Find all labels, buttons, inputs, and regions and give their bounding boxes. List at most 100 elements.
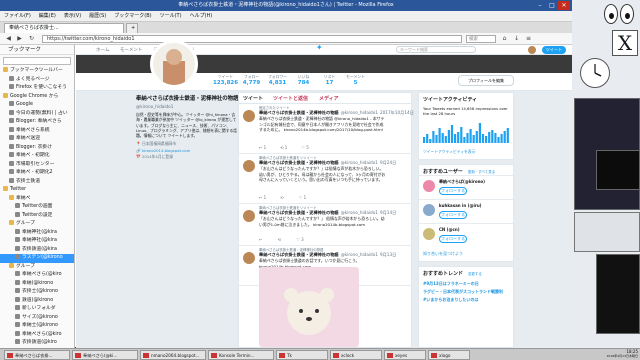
tweet-item[interactable]: 奉納ぺさらば衣掛士鉄道をリツイート 奉納ぺさらば衣掛士鉄道・泥棒神社の物語 @kir… [239, 154, 411, 204]
follow-name[interactable]: CN (@cn) [439, 227, 511, 232]
bookmark-item[interactable]: ラステン(@kirono [0, 254, 74, 263]
menu-bookmarks[interactable]: ブックマーク(B) [110, 11, 155, 22]
find-people-link[interactable]: 知り合いを見つけよう [423, 251, 463, 257]
tweet-author[interactable]: 奉納ぺさらば衣掛士鉄道・泥棒神社の物語 [259, 160, 339, 165]
menu-help[interactable]: ヘルプ(H) [186, 11, 217, 22]
tk-window[interactable] [574, 212, 640, 252]
minimize-button[interactable]: – [534, 1, 546, 10]
bookmark-item[interactable]: Firefox を使いこなそう [0, 84, 74, 93]
like-icon[interactable]: ♡ 1 [299, 195, 306, 200]
tab-twitter[interactable]: 奉納ぺさらば衣掛士... [4, 23, 124, 33]
reload-icon[interactable]: ↻ [27, 35, 36, 43]
bookmark-item[interactable]: 奉納ぺ送迎 [0, 135, 74, 144]
home-icon[interactable]: ⌂ [500, 35, 509, 43]
bookmark-item[interactable]: 奉納ぺ - 初期化 [0, 152, 74, 161]
bookmark-item[interactable]: よく見るページ [0, 75, 74, 85]
stat-1[interactable]: フォロー 4,779 [239, 74, 264, 86]
close-button[interactable]: ✕ [558, 1, 570, 10]
tweet-item[interactable]: 固定されたツイート 奉納ぺさらば衣掛士鉄道・泥棒神社の物語 @kirono_hida… [239, 104, 414, 154]
twitter-search-input[interactable]: キーワード検索 [396, 46, 476, 53]
stat-2[interactable]: フォロワー 4,831 [265, 74, 290, 86]
download-icon[interactable]: ↓ [512, 35, 521, 43]
trend-item[interactable]: ラグビー・日本代表がスコットランド戦勝利 [419, 288, 513, 296]
tweet-avatar[interactable] [243, 160, 255, 172]
bookmark-item[interactable]: サイズ(@kirono [0, 313, 74, 323]
link-text[interactable]: kirono2014.blogspot.com [142, 148, 190, 153]
follow-avatar[interactable] [423, 180, 435, 192]
tab-tweets-replies[interactable]: ツイートと返信 [273, 95, 308, 102]
bookmark-item[interactable]: 奉納ぺさら(@kiro [0, 330, 74, 340]
menu-edit[interactable]: 編集(E) [35, 11, 60, 22]
retweet-icon[interactable]: ⟲ [278, 237, 283, 242]
menu-icon[interactable]: ≡ [524, 35, 533, 43]
menu-tools[interactable]: ツール(T) [156, 11, 186, 22]
follow-avatar[interactable] [423, 228, 435, 240]
trend-item[interactable]: #いまからお泊まりしたいのは [419, 296, 513, 304]
activity-link[interactable]: ツイートアクティビティを表示 [423, 149, 476, 155]
xclock-window[interactable] [580, 58, 610, 88]
bookmark-item[interactable]: 奉納ぺ - 初期化2 [0, 169, 74, 178]
bookmark-item[interactable]: 奉納士(@kirono [0, 322, 74, 331]
tweet-author[interactable]: 奉納ぺさらば衣掛士鉄道・泥棒神社の物語 [259, 110, 339, 115]
bookmark-item[interactable]: 奉納(@kirono [0, 279, 74, 289]
search-box[interactable]: 検索 [466, 35, 496, 43]
sidebar-search-input[interactable] [3, 57, 71, 65]
taskbar-item[interactable]: Konsole Termin... [208, 350, 274, 360]
follow-button[interactable]: フォローする [439, 211, 467, 219]
new-tab-button[interactable]: + [126, 23, 138, 33]
bookmark-folder[interactable]: グループ [0, 220, 74, 229]
bookmark-folder[interactable]: グループ [0, 262, 74, 272]
retweet-icon[interactable]: ⟲ 1 [280, 145, 287, 150]
bookmark-item[interactable]: Google [0, 101, 74, 110]
retweet-icon[interactable]: ⟲ [280, 195, 285, 200]
forward-icon[interactable]: ▶ [15, 35, 24, 43]
bookmark-folder[interactable]: Google Chrome から [0, 92, 74, 102]
tweet-date[interactable]: 9月14日 [380, 210, 396, 215]
like-icon[interactable]: ♡ 3 [296, 237, 303, 242]
tweet-author[interactable]: 奉納ぺさらば衣掛士鉄道・泥棒神社の物語 [259, 210, 339, 215]
bookmark-item[interactable]: 新しいフォルダ [0, 305, 74, 314]
tweet-avatar[interactable] [243, 252, 255, 264]
profile-avatar[interactable] [150, 40, 198, 88]
bookmark-folder[interactable]: 奉納ぺ [0, 194, 74, 204]
trend-item[interactable]: #9月13日はフラネーミーの日 [419, 280, 513, 288]
bookmark-item[interactable]: 奉納神社(@kira [0, 237, 74, 246]
tweet-media-image[interactable] [259, 267, 359, 347]
stat-4[interactable]: リスト 17 [317, 74, 342, 86]
stat-0[interactable]: ツイート 123,826 [213, 74, 238, 86]
nav-home[interactable]: ホーム [96, 47, 109, 53]
follow-avatar[interactable] [423, 204, 435, 216]
xlogo-window[interactable]: X [612, 30, 638, 56]
bookmark-item[interactable]: Twitterの設定 [0, 211, 74, 221]
follow-button[interactable]: フォローする [439, 187, 467, 195]
bookmark-item[interactable]: 衣掛士鉄道 [0, 177, 74, 187]
bookmark-item[interactable]: 衣掛士(@kirono [0, 288, 74, 297]
taskbar-item[interactable]: xlogo [428, 350, 470, 360]
follow-name[interactable]: kuhkasan in (@iru) [439, 203, 511, 208]
xeyes-window[interactable] [604, 4, 636, 26]
bookmark-item[interactable]: 市場取引センター [0, 160, 74, 170]
edit-profile-button[interactable]: プロフィールを編集 [458, 75, 514, 86]
sidebar-title[interactable]: ブックマーク [0, 45, 74, 55]
taskbar-item[interactable]: Tk [276, 350, 328, 360]
follow-refresh[interactable]: 更新 · すべて見る [468, 170, 495, 174]
menu-view[interactable]: 表示(V) [60, 11, 85, 22]
taskbar-item[interactable]: 奉納ぺさらば衣掛... [4, 350, 70, 360]
back-icon[interactable]: ◀ [4, 35, 13, 43]
bookmark-folder[interactable]: ブックマークツールバー [0, 67, 74, 76]
bookmark-item[interactable]: 衣掛鉄道(@kiro [0, 339, 74, 348]
maximize-button[interactable]: □ [546, 1, 558, 10]
user-avatar-small[interactable] [528, 46, 536, 54]
terminal-window-3[interactable] [596, 254, 640, 334]
taskbar-item[interactable]: xclock [330, 350, 382, 360]
tweet-button[interactable]: ツイート [542, 46, 566, 54]
tweet-date[interactable]: 9月24日 [380, 160, 396, 165]
trends-change[interactable]: 変更する [468, 272, 482, 276]
bookmark-item[interactable]: 衣掛鉄道(@kira [0, 245, 74, 255]
profile-link[interactable]: 🔗 kirono2014.blogspot.com [136, 148, 240, 153]
follow-name[interactable]: 奉納ぺさらば(@kirono) [439, 179, 511, 185]
taskbar-item[interactable]: 奉納ぺさら(@ki... [72, 350, 138, 360]
menu-file[interactable]: ファイル(F) [0, 11, 35, 22]
tweet-date[interactable]: 9月13日 [380, 252, 396, 257]
twitter-bird-icon[interactable]: ✦ [316, 43, 323, 52]
